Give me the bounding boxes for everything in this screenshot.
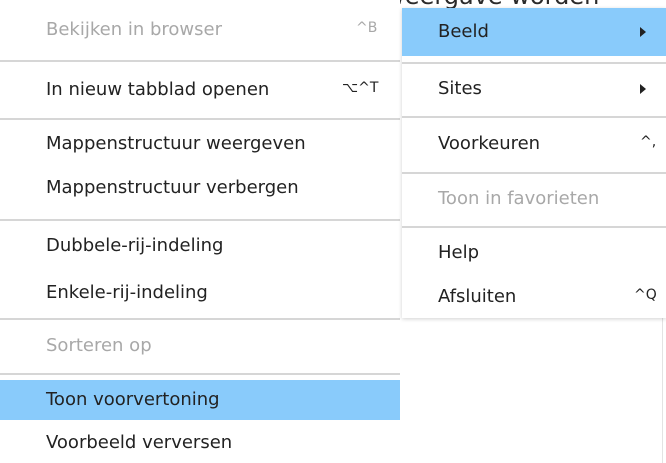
menu-separator xyxy=(402,62,666,64)
menu-item-label: Dubbele-rij-indeling xyxy=(46,235,224,256)
menu-separator xyxy=(0,318,400,320)
menu-separator xyxy=(402,226,666,228)
menu-separator xyxy=(0,219,400,221)
submenu-arrow-icon xyxy=(640,27,646,37)
context-menu-left: Bekijken in browser ^B In nieuw tabblad … xyxy=(0,0,400,463)
menu-item-show-folder-structure[interactable]: Mappenstructuur weergeven xyxy=(0,124,400,164)
menu-item-label: Help xyxy=(438,242,480,263)
context-menu-right: Beeld Sites Voorkeuren ^, Toon in favori… xyxy=(402,8,666,318)
submenu-arrow-icon xyxy=(640,84,646,94)
menu-item-label: Enkele-rij-indeling xyxy=(46,282,208,303)
menu-item-show-preview[interactable]: Toon voorvertoning xyxy=(0,380,400,420)
menu-item-label: Voorbeeld verversen xyxy=(46,432,233,453)
menu-item-shortcut: ^Q xyxy=(634,287,657,303)
menu-item-single-row-layout[interactable]: Enkele-rij-indeling xyxy=(0,272,400,314)
menu-item-shortcut: ⌥^T xyxy=(342,80,379,96)
menu-separator xyxy=(0,60,400,62)
menu-item-help[interactable]: Help xyxy=(402,232,666,274)
menu-item-shortcut: ^, xyxy=(640,134,657,150)
menu-item-sites[interactable]: Sites xyxy=(402,68,666,110)
menu-separator xyxy=(0,118,400,120)
menu-item-label: Mappenstructuur verbergen xyxy=(46,177,299,198)
menu-item-label: Toon voorvertoning xyxy=(46,389,220,410)
menu-separator xyxy=(402,116,666,118)
menu-item-view-in-browser[interactable]: Bekijken in browser ^B xyxy=(0,8,400,52)
menu-item-label: Sites xyxy=(438,78,482,99)
menu-item-hide-folder-structure[interactable]: Mappenstructuur verbergen xyxy=(0,168,400,208)
menu-separator xyxy=(402,172,666,174)
menu-item-label: In nieuw tabblad openen xyxy=(46,79,270,100)
menu-item-shortcut: ^B xyxy=(356,20,378,36)
menu-item-double-row-layout[interactable]: Dubbele-rij-indeling xyxy=(0,226,400,266)
menu-item-label: Mappenstructuur weergeven xyxy=(46,133,306,154)
menu-item-label: Sorteren op xyxy=(46,335,152,356)
menu-item-show-in-favorites[interactable]: Toon in favorieten xyxy=(402,178,666,220)
menu-item-refresh-preview[interactable]: Voorbeeld verversen xyxy=(0,423,400,463)
menu-item-quit[interactable]: Afsluiten ^Q xyxy=(402,276,666,318)
menu-item-label: Beeld xyxy=(438,21,489,42)
menu-item-label: Voorkeuren xyxy=(438,133,541,154)
menu-item-label: Afsluiten xyxy=(438,286,517,307)
menu-item-preferences[interactable]: Voorkeuren ^, xyxy=(402,122,666,166)
panel-edge xyxy=(662,318,663,463)
menu-item-view[interactable]: Beeld xyxy=(402,8,666,56)
menu-item-label: Bekijken in browser xyxy=(46,19,222,40)
menu-item-open-in-new-tab[interactable]: In nieuw tabblad openen ⌥^T xyxy=(0,68,400,112)
menu-item-sort-by[interactable]: Sorteren op xyxy=(0,324,400,368)
menu-item-label: Toon in favorieten xyxy=(438,188,600,209)
menu-separator xyxy=(0,373,400,375)
